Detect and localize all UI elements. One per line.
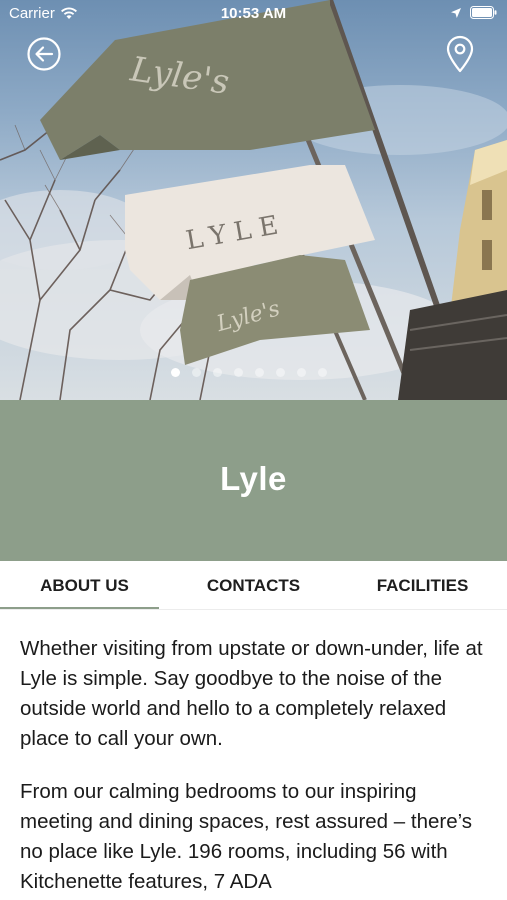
carousel-dot[interactable] bbox=[191, 368, 201, 377]
carousel-dot[interactable] bbox=[296, 368, 306, 377]
tab-facilities[interactable]: FACILITIES bbox=[338, 561, 507, 611]
carousel-indicator[interactable] bbox=[0, 368, 507, 377]
carousel-dot[interactable] bbox=[212, 368, 222, 377]
hero-carousel[interactable]: Lyle's LYLE Lyle's Carrier 10:53 AM bbox=[0, 0, 507, 400]
back-button[interactable] bbox=[25, 34, 63, 74]
tab-bar: ABOUT US CONTACTS FACILITIES bbox=[0, 561, 507, 611]
about-paragraph: From our calming bedrooms to our inspiri… bbox=[20, 780, 473, 893]
map-button[interactable] bbox=[441, 34, 479, 74]
tab-divider bbox=[0, 609, 507, 610]
back-arrow-circle-icon bbox=[27, 37, 61, 71]
carousel-dot[interactable] bbox=[275, 368, 285, 377]
hotel-name: Lyle bbox=[220, 459, 287, 497]
battery-icon bbox=[470, 6, 497, 19]
tab-about-us[interactable]: ABOUT US bbox=[0, 561, 169, 611]
carousel-dot[interactable] bbox=[317, 368, 327, 377]
status-time: 10:53 AM bbox=[220, 5, 287, 22]
status-bar: Carrier 10:53 AM bbox=[0, 0, 507, 28]
location-arrow-icon bbox=[451, 7, 461, 18]
carousel-dot[interactable] bbox=[233, 368, 243, 377]
tab-contacts[interactable]: CONTACTS bbox=[169, 561, 338, 611]
carousel-dot[interactable] bbox=[254, 368, 264, 377]
status-right bbox=[450, 6, 497, 19]
map-pin-icon bbox=[446, 35, 474, 73]
hero-photo: Lyle's LYLE Lyle's bbox=[0, 0, 507, 400]
about-content: Whether visiting from upstate or down-un… bbox=[20, 634, 492, 900]
carousel-dot[interactable] bbox=[170, 368, 180, 377]
about-paragraph: Whether visiting from upstate or down-un… bbox=[20, 637, 483, 750]
hotel-title-band: Lyle bbox=[0, 400, 507, 561]
